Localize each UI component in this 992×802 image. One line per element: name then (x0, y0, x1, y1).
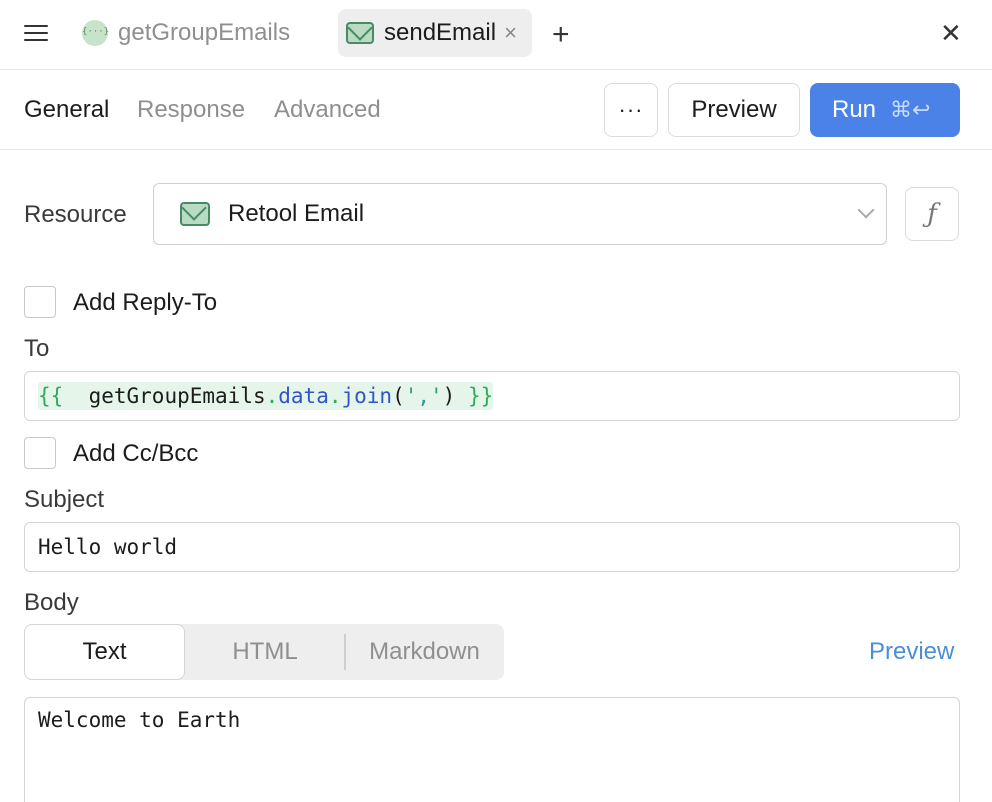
tab-general[interactable]: General (24, 96, 109, 124)
to-code-expression: {{ getGroupEmails.data.join(',') }} (38, 382, 494, 410)
tab-send-email[interactable]: sendEmail × (338, 9, 532, 57)
close-tab-icon[interactable]: × (504, 20, 517, 46)
to-input[interactable]: {{ getGroupEmails.data.join(',') }} (24, 371, 960, 421)
js-query-icon (82, 20, 108, 46)
tab-label: getGroupEmails (118, 19, 291, 46)
resource-select[interactable]: Retool Email (153, 183, 887, 245)
cc-bcc-checkbox[interactable] (24, 437, 56, 469)
tab-advanced[interactable]: Advanced (274, 96, 381, 124)
tab-get-group-emails[interactable]: getGroupEmails (78, 9, 294, 57)
tab-label: sendEmail (384, 19, 497, 46)
run-button-label: Run (832, 96, 877, 123)
body-preview-link[interactable]: Preview (869, 638, 954, 666)
body-label: Body (24, 589, 79, 616)
mail-icon (180, 202, 210, 226)
more-options-button[interactable]: ··· (604, 83, 658, 137)
reply-to-label: Add Reply-To (73, 289, 218, 316)
resource-label: Resource (24, 201, 127, 228)
subject-input[interactable]: Hello world (24, 522, 960, 572)
resource-value: Retool Email (228, 200, 365, 227)
body-textarea[interactable]: Welcome to Earth (24, 697, 960, 802)
body-mode-html[interactable]: HTML (185, 624, 345, 680)
reply-to-checkbox[interactable] (24, 286, 56, 318)
to-label: To (24, 335, 50, 362)
tab-response[interactable]: Response (137, 96, 245, 124)
run-shortcut-label: ⌘↩ (890, 97, 931, 122)
run-button[interactable]: Run ⌘↩ (810, 83, 960, 137)
mail-icon (346, 22, 374, 44)
close-panel-icon[interactable]: ✕ (940, 18, 962, 49)
query-tab-bar: getGroupEmails sendEmail × + ✕ (0, 0, 992, 70)
menu-icon[interactable] (24, 22, 48, 44)
subject-label: Subject (24, 486, 105, 513)
preview-button[interactable]: Preview (668, 83, 800, 137)
body-format-segmented-control: HTML Markdown Text (24, 624, 504, 680)
query-toolbar: General Response Advanced ··· Preview Ru… (0, 70, 992, 150)
body-mode-markdown[interactable]: Markdown (345, 624, 504, 680)
chevron-down-icon (857, 201, 875, 219)
function-toggle-button[interactable]: ƒ (905, 187, 959, 241)
body-mode-text[interactable]: Text (24, 624, 185, 680)
cc-bcc-label: Add Cc/Bcc (73, 440, 199, 467)
add-tab-icon[interactable]: + (552, 18, 570, 52)
